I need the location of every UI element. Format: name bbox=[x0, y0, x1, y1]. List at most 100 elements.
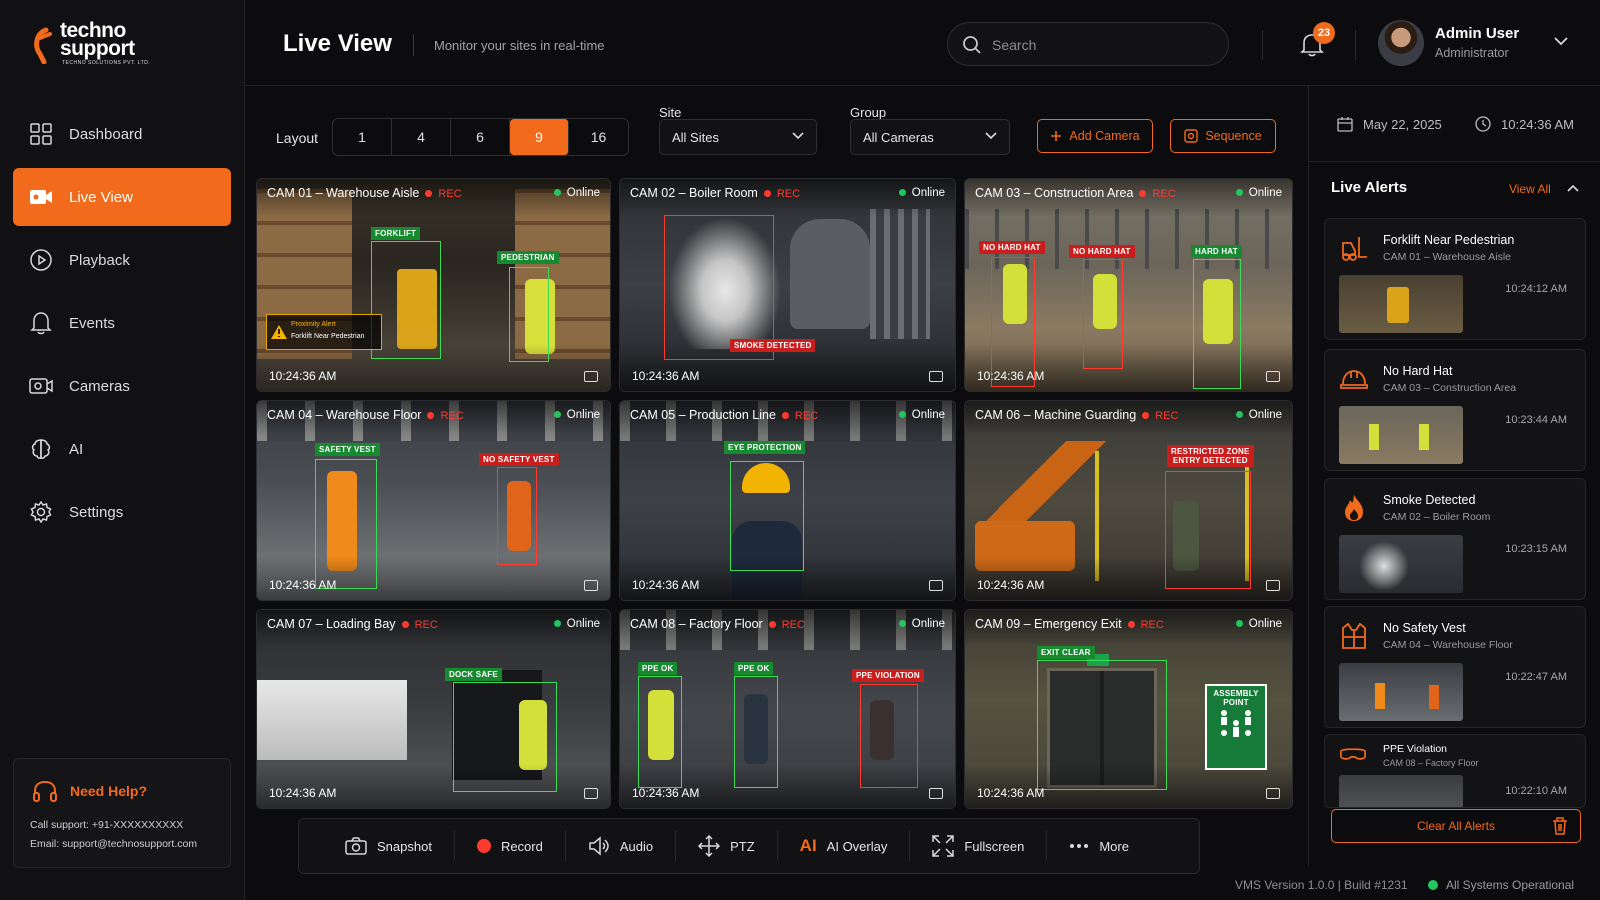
layout-option-16[interactable]: 16 bbox=[569, 119, 628, 155]
alert-card[interactable]: Smoke Detected CAM 02 – Boiler Room 10:2… bbox=[1324, 478, 1586, 600]
more-dots-icon bbox=[1070, 844, 1089, 848]
sidebar-item-dashboard[interactable]: Dashboard bbox=[13, 105, 231, 163]
sequence-button[interactable]: Sequence bbox=[1170, 119, 1276, 153]
sidebar-item-playback[interactable]: Playback bbox=[13, 231, 231, 289]
ptz-button[interactable]: PTZ bbox=[676, 831, 778, 861]
camera-tile-cam05[interactable]: EYE PROTECTION CAM 05 – Production Line R… bbox=[619, 400, 956, 601]
alert-card[interactable]: No Hard Hat CAM 03 – Construction Area 1… bbox=[1324, 349, 1586, 471]
alert-thumbnail bbox=[1339, 775, 1463, 807]
video-camera-icon bbox=[29, 185, 53, 209]
sidebar-item-settings[interactable]: Settings bbox=[13, 483, 231, 541]
status-online: Online bbox=[1236, 187, 1282, 199]
bell-icon bbox=[29, 311, 53, 335]
help-card: Need Help? Call support: +91-XXXXXXXXXX … bbox=[13, 758, 231, 868]
group-label: Group bbox=[850, 105, 887, 120]
record-dot-icon bbox=[476, 839, 491, 853]
detection-box bbox=[860, 684, 918, 788]
layout-option-9[interactable]: 9 bbox=[510, 119, 569, 155]
audio-button[interactable]: Audio bbox=[566, 831, 677, 861]
alert-card[interactable]: Forklift Near Pedestrian CAM 01 – Wareho… bbox=[1324, 218, 1586, 340]
camera-title: CAM 09 – Emergency Exit REC bbox=[975, 617, 1164, 631]
version-text: VMS Version 1.0.0 | Build #1231 bbox=[1235, 878, 1408, 892]
closed-caption-icon[interactable] bbox=[1266, 580, 1280, 591]
closed-caption-icon[interactable] bbox=[584, 580, 598, 591]
sidebar-item-live-view[interactable]: Live View bbox=[13, 168, 231, 226]
rec-indicator: REC bbox=[1128, 619, 1164, 631]
closed-caption-icon[interactable] bbox=[1266, 371, 1280, 382]
view-all-link[interactable]: View All bbox=[1509, 182, 1551, 196]
camera-title: CAM 04 – Warehouse Floor REC bbox=[267, 408, 464, 422]
group-select[interactable]: All Cameras bbox=[850, 119, 1010, 155]
camera-tile-cam08[interactable]: PPE OK PPE OK PPE VIOLATION CAM 08 – Fac… bbox=[619, 609, 956, 809]
rec-indicator: REC bbox=[402, 619, 438, 631]
snapshot-button[interactable]: Snapshot bbox=[299, 831, 455, 861]
ai-overlay-label: AI Overlay bbox=[826, 838, 888, 854]
detection-box bbox=[453, 682, 557, 792]
hard-hat-icon bbox=[1340, 370, 1368, 389]
closed-caption-icon[interactable] bbox=[929, 788, 943, 799]
alert-card[interactable]: No Safety Vest CAM 04 – Warehouse Floor … bbox=[1324, 606, 1586, 728]
sidebar-item-cameras[interactable]: Cameras bbox=[13, 357, 231, 415]
chevron-up-icon[interactable] bbox=[1567, 184, 1579, 192]
ai-overlay-button[interactable]: AI AI Overlay bbox=[778, 831, 911, 861]
camera-timestamp: 10:24:36 AM bbox=[977, 369, 1045, 383]
search-input[interactable] bbox=[992, 34, 1212, 56]
detection-label: PEDESTRIAN bbox=[497, 251, 559, 264]
detection-label: PPE OK bbox=[734, 662, 774, 675]
camera-tile-cam03[interactable]: NO HARD HAT NO HARD HAT HARD HAT CAM 03 … bbox=[964, 178, 1293, 392]
calendar-icon bbox=[1337, 117, 1353, 132]
detection-label: PPE VIOLATION bbox=[852, 669, 924, 682]
play-circle-icon bbox=[29, 248, 53, 272]
user-name[interactable]: Admin User bbox=[1435, 25, 1519, 42]
camera-title: CAM 06 – Machine Guarding REC bbox=[975, 408, 1179, 422]
more-button[interactable]: More bbox=[1047, 831, 1151, 861]
closed-caption-icon[interactable] bbox=[929, 580, 943, 591]
closed-caption-icon[interactable] bbox=[584, 371, 598, 382]
current-date: May 22, 2025 bbox=[1337, 116, 1442, 132]
fullscreen-button[interactable]: Fullscreen bbox=[910, 831, 1048, 861]
rec-indicator: REC bbox=[1139, 188, 1175, 200]
closed-caption-icon[interactable] bbox=[929, 371, 943, 382]
status-online: Online bbox=[554, 618, 600, 630]
sidebar-item-events[interactable]: Events bbox=[13, 294, 231, 352]
closed-caption-icon[interactable] bbox=[1266, 788, 1280, 799]
layout-option-6[interactable]: 6 bbox=[451, 119, 510, 155]
help-call[interactable]: Call support: +91-XXXXXXXXXX bbox=[30, 819, 183, 831]
status-online: Online bbox=[1236, 618, 1282, 630]
snapshot-label: Snapshot bbox=[377, 838, 432, 854]
camera-timestamp: 10:24:36 AM bbox=[977, 578, 1045, 592]
camera-tile-cam06[interactable]: RESTRICTED ZONE ENTRY DETECTED CAM 06 – … bbox=[964, 400, 1293, 601]
avatar[interactable] bbox=[1378, 20, 1424, 66]
trash-icon bbox=[1553, 817, 1567, 835]
clear-all-alerts-button[interactable]: Clear All Alerts bbox=[1331, 809, 1581, 843]
alert-title: Smoke Detected bbox=[1383, 493, 1476, 507]
camera-tile-cam01[interactable]: FORKLIFT PEDESTRIAN Proximity Alert Fork… bbox=[256, 178, 611, 392]
camera-title: CAM 07 – Loading Bay REC bbox=[267, 617, 438, 631]
record-button[interactable]: Record bbox=[455, 831, 566, 861]
detection-label: EXIT CLEAR bbox=[1037, 646, 1095, 659]
site-select[interactable]: All Sites bbox=[659, 119, 817, 155]
detection-box bbox=[991, 257, 1035, 387]
alert-card[interactable]: PPE Violation CAM 08 – Factory Floor 10:… bbox=[1324, 734, 1586, 808]
camera-tile-cam09[interactable]: EXIT CLEAR ASSEMBLY POINT CAM 09 – Emerg… bbox=[964, 609, 1293, 809]
status-online: Online bbox=[554, 409, 600, 421]
layout-option-1[interactable]: 1 bbox=[333, 119, 392, 155]
alert-title: PPE Violation bbox=[1383, 743, 1448, 755]
camera-tile-cam07[interactable]: DOCK SAFE CAM 07 – Loading Bay REC Online… bbox=[256, 609, 611, 809]
camera-tile-cam02[interactable]: SMOKE DETECTED CAM 02 – Boiler Room REC O… bbox=[619, 178, 956, 392]
proximity-alert-box: Proximity Alert Forklift Near Pedestrian bbox=[266, 314, 382, 350]
speaker-icon bbox=[589, 836, 609, 856]
chevron-down-icon[interactable] bbox=[1553, 36, 1569, 46]
alert-thumbnail bbox=[1339, 275, 1463, 333]
help-email[interactable]: Email: support@technosupport.com bbox=[30, 838, 197, 850]
layout-option-4[interactable]: 4 bbox=[392, 119, 451, 155]
closed-caption-icon[interactable] bbox=[584, 788, 598, 799]
alert-source: CAM 08 – Factory Floor bbox=[1383, 758, 1479, 768]
camera-tile-cam04[interactable]: SAFETY VEST NO SAFETY VEST CAM 04 – Ware… bbox=[256, 400, 611, 601]
sidebar-item-ai[interactable]: AI bbox=[13, 420, 231, 478]
alert-time: 10:22:47 AM bbox=[1505, 671, 1567, 683]
alert-title: No Safety Vest bbox=[1383, 621, 1466, 635]
user-role: Administrator bbox=[1435, 46, 1509, 60]
sidebar-item-label: Cameras bbox=[69, 377, 130, 395]
add-camera-button[interactable]: Add Camera bbox=[1037, 119, 1153, 153]
